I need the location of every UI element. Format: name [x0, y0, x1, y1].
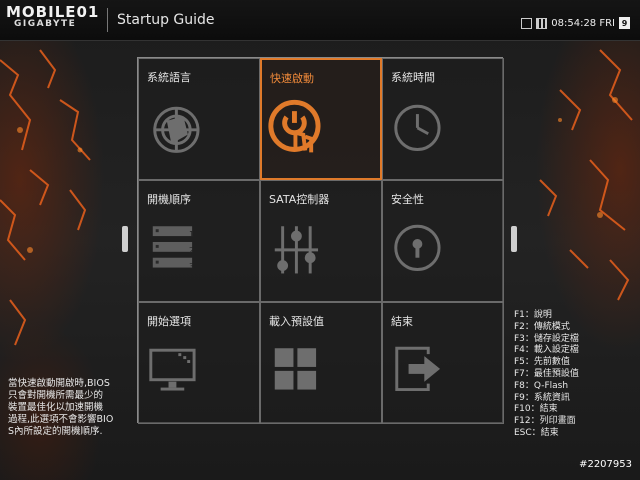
key-f5: F5：先前數值	[514, 357, 570, 368]
help-line: 裝置最佳化以加速開機	[8, 402, 104, 413]
key-f10: F10：結束	[514, 404, 558, 415]
boot-order-icon	[152, 226, 193, 268]
tile-security[interactable]: 安全性	[382, 180, 504, 302]
calendar-icon: 9	[619, 17, 630, 29]
key-esc: ESC：結束	[514, 427, 559, 438]
page-title: Startup Guide	[117, 12, 215, 28]
boot-order-number: 2	[189, 246, 195, 255]
power-touch-icon	[268, 99, 321, 153]
key-f8: F8：Q-Flash	[514, 380, 569, 391]
hd-icon[interactable]	[521, 17, 533, 29]
boot-order-number: 3	[189, 262, 195, 271]
tile-fast-boot[interactable]: 快速啟動	[260, 58, 382, 180]
monitor-icon	[149, 348, 196, 391]
key-f7: F7：最佳預設值	[514, 368, 579, 379]
grid-icon	[274, 348, 317, 390]
key-f3: F3：儲存設定檔	[514, 333, 579, 344]
key-f2: F2：傳統模式	[514, 321, 570, 332]
help-description: 當快速啟動開啟時,BIOS 只會對開機所需最少的 裝置最佳化以加速開機 過程,此…	[8, 378, 134, 438]
lock-icon	[394, 224, 441, 271]
top-bar: MOBILE01 GIGABYTE Startup Guide 08:54:28…	[0, 0, 640, 41]
tile-boot-options[interactable]: 開始選項	[138, 302, 260, 424]
help-line: 過程,此選項不會影響BIO	[8, 414, 114, 425]
key-f12: F12：列印畫面	[514, 416, 576, 427]
tile-exit[interactable]: 結束	[382, 302, 504, 424]
tile-system-time[interactable]: 系統時間	[382, 58, 504, 180]
startup-guide-grid: 系統語言 快速啟動 系統時間 開機順序 1 2 3 SATA控制器 安全性 開始…	[137, 57, 504, 424]
function-key-legend: F1：說明 F2：傳統模式 F3：儲存設定檔 F4：載入設定檔 F5：先前數值 …	[514, 310, 634, 440]
tile-load-defaults[interactable]: 載入預設值	[260, 302, 382, 424]
keyboard-icon[interactable]	[536, 17, 548, 29]
key-f9: F9：系統資訊	[514, 392, 570, 403]
tile-system-language[interactable]: 系統語言	[138, 58, 260, 180]
gigabyte-logo: GIGABYTE	[14, 19, 77, 29]
title-divider	[107, 8, 108, 32]
sliders-icon	[274, 226, 319, 274]
key-f1: F1：說明	[514, 310, 552, 320]
watermark: #2207953	[579, 459, 632, 470]
globe-icon	[153, 106, 200, 153]
system-clock: 08:54:28 FRI	[551, 17, 615, 29]
left-scroll-handle[interactable]	[122, 226, 128, 252]
right-scroll-handle[interactable]	[511, 226, 517, 252]
tile-boot-order[interactable]: 開機順序 1 2 3	[138, 180, 260, 302]
help-line: 當快速啟動開啟時,BIOS	[8, 378, 110, 389]
clock-icon	[394, 104, 441, 151]
boot-order-number: 1	[189, 230, 195, 239]
status-area: 08:54:28 FRI 9	[521, 17, 630, 29]
key-f4: F4：載入設定檔	[514, 345, 579, 356]
exit-icon	[395, 346, 441, 392]
help-line: 只會對開機所需最少的	[8, 390, 104, 401]
tile-sata-controller[interactable]: SATA控制器	[260, 180, 382, 302]
help-line: S內所設定的開機順序.	[8, 426, 103, 437]
